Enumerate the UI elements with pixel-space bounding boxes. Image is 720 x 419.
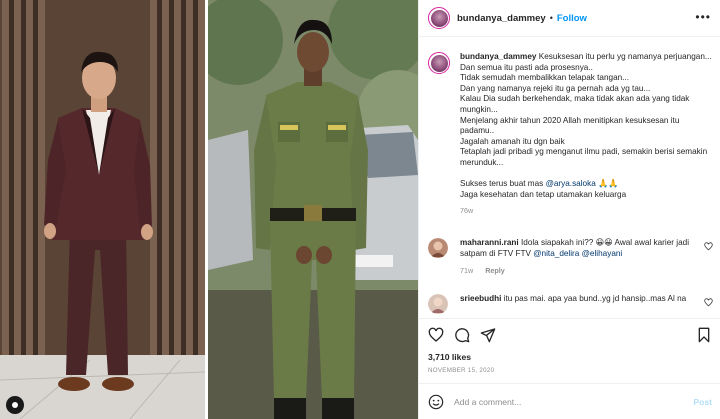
commenter-avatar[interactable] bbox=[428, 294, 448, 314]
add-comment-bar: Post bbox=[419, 383, 720, 419]
caption-avatar[interactable] bbox=[428, 52, 450, 74]
post-date: NOVEMBER 15, 2020 bbox=[428, 367, 495, 374]
caption-line: Tidak semudah membalikkan telapak tangan… bbox=[460, 73, 629, 83]
commenter-avatar[interactable] bbox=[428, 238, 448, 258]
comment-item: srieebudhi itu pas mai. apa yaa bund..yg… bbox=[428, 294, 713, 314]
likes-count[interactable]: 3,710 likes bbox=[428, 352, 471, 362]
header-separator: • bbox=[549, 13, 553, 23]
post-media[interactable] bbox=[0, 0, 418, 419]
action-bar bbox=[419, 318, 720, 350]
comment-username[interactable]: srieebudhi bbox=[460, 294, 501, 303]
emoji-icon[interactable] bbox=[428, 394, 444, 410]
heart-icon[interactable] bbox=[428, 327, 444, 343]
share-icon[interactable] bbox=[480, 327, 496, 343]
post-caption: bundanya_dammey Kesuksesan itu perlu yg … bbox=[428, 52, 713, 217]
bookmark-icon[interactable] bbox=[696, 327, 712, 343]
caption-line: Dan semua itu pasti ada prosesnya.. bbox=[460, 62, 593, 72]
comment-like-heart-icon[interactable] bbox=[704, 242, 713, 251]
caption-line: Jagalah amanah itu dgn baik bbox=[460, 136, 565, 146]
caption-line: Kalau Dia sudah berkehendak, maka tidak … bbox=[460, 94, 690, 114]
comment-text: itu pas mai. apa yaa bund..yg jd hansip.… bbox=[503, 294, 687, 303]
post-header: bundanya_dammey • Follow ••• bbox=[419, 0, 720, 37]
photo-man-in-suit bbox=[0, 0, 205, 419]
comment-username[interactable]: maharanni.rani bbox=[460, 238, 519, 247]
caption-emoji: 🙏🙏 bbox=[595, 179, 619, 189]
caption-timestamp[interactable]: 76w bbox=[460, 206, 713, 217]
reply-button[interactable]: Reply bbox=[485, 266, 505, 277]
post-sidebar: bundanya_dammey • Follow ••• bundanya_da… bbox=[418, 0, 720, 419]
comments-scroll-area[interactable]: bundanya_dammey Kesuksesan itu perlu yg … bbox=[419, 38, 720, 318]
caption-line: Jaga kesehatan dan tetap utamakan keluar… bbox=[460, 189, 627, 199]
mention-link[interactable]: @nita_delira bbox=[533, 249, 579, 258]
caption-line: Menjelang akhir tahun 2020 Allah menitip… bbox=[460, 115, 680, 136]
mention-link[interactable]: @arya.saloka bbox=[546, 179, 596, 188]
mention-link[interactable]: @elihayani bbox=[582, 249, 623, 258]
comment-item: maharanni.rani Idola siapakah ini?? 😀😀 A… bbox=[428, 238, 713, 277]
caption-line: Tetaplah jadi pribadi yg menganut ilmu p… bbox=[460, 147, 708, 167]
photo-man-in-uniform bbox=[208, 0, 418, 419]
post-comment-button[interactable]: Post bbox=[693, 397, 712, 407]
caption-username[interactable]: bundanya_dammey bbox=[460, 52, 536, 61]
author-username[interactable]: bundanya_dammey bbox=[457, 13, 546, 24]
author-avatar[interactable] bbox=[428, 7, 450, 29]
caption-line: Kesuksesan itu perlu yg namanya perjuang… bbox=[538, 52, 712, 61]
caption-line: Dan yang namanya rejeki itu ga pernah ad… bbox=[460, 83, 651, 93]
comment-timestamp: 71w bbox=[460, 266, 474, 276]
tagged-people-icon[interactable] bbox=[6, 396, 24, 414]
caption-line: Sukses terus buat mas bbox=[460, 179, 546, 189]
comment-like-heart-icon[interactable] bbox=[704, 298, 713, 307]
more-icon[interactable]: ••• bbox=[695, 11, 711, 23]
comment-input[interactable] bbox=[454, 396, 694, 407]
comment-icon[interactable] bbox=[454, 327, 470, 343]
follow-button[interactable]: Follow bbox=[557, 13, 587, 24]
